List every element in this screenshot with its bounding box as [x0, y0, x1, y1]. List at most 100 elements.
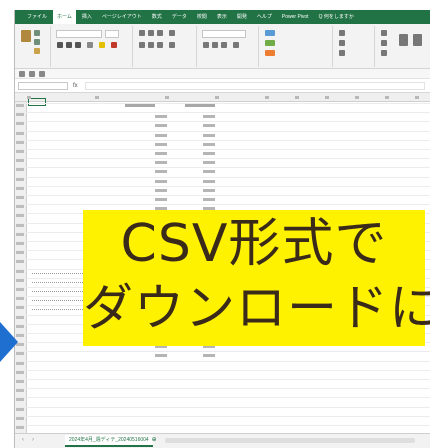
- data-cell[interactable]: [155, 142, 167, 146]
- sheet-tab-active[interactable]: 2024年4月_週ディテ_20240516004: [65, 435, 153, 447]
- align-middle-icon[interactable]: [148, 30, 154, 36]
- fx-icon[interactable]: fx: [73, 82, 78, 90]
- border-icon[interactable]: [87, 42, 93, 48]
- row-header-cell[interactable]: [16, 122, 24, 126]
- tab-formulas[interactable]: 数式: [148, 10, 166, 24]
- autosum-icon[interactable]: [381, 30, 387, 36]
- column-header-cell[interactable]: [415, 96, 419, 99]
- merge-center-icon[interactable]: [169, 42, 175, 48]
- data-cell[interactable]: [203, 124, 215, 128]
- save-icon[interactable]: [19, 71, 25, 77]
- tab-page-layout[interactable]: ページレイアウト: [98, 10, 146, 24]
- data-cell[interactable]: [203, 198, 215, 201]
- data-cell[interactable]: [155, 152, 167, 155]
- wrap-text-icon[interactable]: [169, 30, 175, 36]
- tell-me-search[interactable]: Q 何をしますか: [315, 10, 358, 24]
- row-header-cell[interactable]: [16, 232, 24, 236]
- data-cell[interactable]: [155, 124, 167, 128]
- row-header-cell[interactable]: [16, 278, 24, 282]
- tab-developer[interactable]: 開発: [233, 10, 251, 24]
- align-center-icon[interactable]: [148, 42, 154, 48]
- row-header-cell[interactable]: [16, 398, 24, 402]
- row-header-cell[interactable]: [16, 407, 24, 411]
- row-header-cell[interactable]: [16, 131, 24, 135]
- add-sheet-icon[interactable]: ⊕: [150, 436, 158, 444]
- tab-review[interactable]: 校閲: [193, 10, 211, 24]
- format-cells-icon[interactable]: [339, 50, 345, 56]
- format-as-table-icon[interactable]: [265, 40, 275, 46]
- font-color-icon[interactable]: [111, 42, 117, 48]
- row-header-cell[interactable]: [16, 159, 24, 163]
- row-header-cell[interactable]: [16, 242, 24, 245]
- table-header-cell[interactable]: [125, 104, 155, 107]
- column-header-cell[interactable]: [325, 96, 329, 99]
- data-cell[interactable]: [203, 179, 215, 183]
- row-header-cell[interactable]: [16, 306, 24, 310]
- row-header-cell[interactable]: [16, 260, 24, 264]
- row-header-cell[interactable]: [16, 214, 24, 218]
- row-header-cell[interactable]: [16, 205, 24, 209]
- row-header-cell[interactable]: [16, 168, 24, 172]
- align-left-icon[interactable]: [139, 42, 145, 48]
- row-header-cell[interactable]: [16, 380, 24, 383]
- row-header-cell[interactable]: [16, 426, 24, 429]
- align-top-icon[interactable]: [139, 30, 145, 36]
- number-format-select[interactable]: [202, 30, 246, 38]
- horizontal-scrollbar[interactable]: [165, 438, 415, 443]
- undo-icon[interactable]: [29, 71, 35, 77]
- column-header-cell[interactable]: [295, 96, 299, 99]
- tab-insert[interactable]: 挿入: [78, 10, 96, 24]
- percent-icon[interactable]: [212, 42, 218, 48]
- cut-icon[interactable]: [34, 30, 40, 36]
- fill-color-icon[interactable]: [99, 42, 105, 48]
- selected-cell[interactable]: [28, 98, 46, 106]
- fill-icon[interactable]: [381, 40, 387, 46]
- row-header-cell[interactable]: [16, 150, 24, 153]
- column-header-cell[interactable]: [215, 96, 219, 99]
- row-header-cell[interactable]: [16, 389, 24, 393]
- tab-help[interactable]: ヘルプ: [253, 10, 276, 24]
- decimal-icon[interactable]: [233, 42, 239, 48]
- name-box[interactable]: [18, 82, 68, 90]
- column-header-cell[interactable]: [95, 96, 99, 99]
- data-cell[interactable]: [203, 133, 215, 137]
- row-header-cell[interactable]: [16, 177, 24, 181]
- find-select-icon[interactable]: [413, 34, 422, 46]
- data-cell[interactable]: [203, 188, 215, 192]
- format-painter-icon[interactable]: [34, 48, 40, 54]
- row-header-cell[interactable]: [16, 140, 24, 144]
- row-header-cell[interactable]: [16, 186, 24, 190]
- data-cell[interactable]: [155, 161, 167, 165]
- delete-cells-icon[interactable]: [339, 40, 345, 46]
- tab-data[interactable]: データ: [168, 10, 191, 24]
- align-right-icon[interactable]: [157, 42, 163, 48]
- next-sheet-icon[interactable]: ›: [29, 436, 37, 444]
- row-header-cell[interactable]: [16, 251, 24, 255]
- sort-filter-icon[interactable]: [399, 34, 408, 46]
- copy-icon[interactable]: [34, 39, 40, 45]
- data-cell[interactable]: [203, 152, 215, 155]
- row-header-cell[interactable]: [16, 416, 24, 420]
- currency-icon[interactable]: [203, 42, 209, 48]
- data-cell[interactable]: [203, 354, 215, 358]
- column-header-cell[interactable]: [165, 96, 169, 99]
- tab-view[interactable]: 表示: [213, 10, 231, 24]
- row-header-cell[interactable]: [16, 196, 24, 199]
- bold-icon[interactable]: [57, 42, 63, 48]
- clear-icon[interactable]: [381, 50, 387, 56]
- row-header-cell[interactable]: [16, 288, 24, 291]
- italic-icon[interactable]: [66, 42, 72, 48]
- data-cell[interactable]: [155, 198, 167, 201]
- data-cell[interactable]: [155, 188, 167, 192]
- data-cell[interactable]: [203, 115, 215, 119]
- row-header-cell[interactable]: [16, 315, 24, 319]
- tab-power-pivot[interactable]: Power Pivot: [278, 10, 313, 24]
- prev-sheet-icon[interactable]: ‹: [19, 436, 27, 444]
- row-header-cell[interactable]: [16, 223, 24, 227]
- row-header-cell[interactable]: [16, 269, 24, 273]
- row-header-cell[interactable]: [16, 297, 24, 301]
- data-cell[interactable]: [155, 179, 167, 183]
- data-cell[interactable]: [155, 115, 167, 119]
- data-cell[interactable]: [155, 133, 167, 137]
- paste-icon[interactable]: [21, 30, 31, 42]
